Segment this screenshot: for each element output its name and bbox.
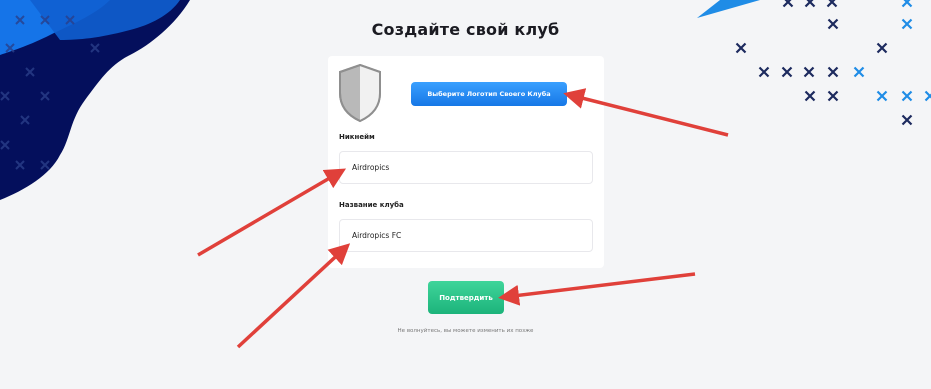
nickname-input[interactable] (339, 151, 593, 184)
change-later-hint: Не волнуйтесь, вы можете изменить их поз… (397, 328, 534, 334)
choose-logo-button[interactable]: Выберите Логотип Своего Клуба (411, 82, 567, 106)
cross-decoration (901, 90, 913, 102)
cross-decoration (901, 114, 913, 126)
cross-decoration (827, 90, 839, 102)
cross-decoration (826, 0, 838, 8)
page-title: Создайте свой клуб (371, 20, 560, 39)
cross-decoration (782, 0, 794, 8)
cross-decoration (876, 42, 888, 54)
cross-decoration (853, 66, 865, 78)
confirm-button[interactable]: Подтвердить (428, 281, 504, 314)
cross-decoration (804, 90, 816, 102)
cross-decoration (876, 90, 888, 102)
nickname-label: Никнейм (339, 133, 375, 141)
cross-decoration (758, 66, 770, 78)
cross-decoration (781, 66, 793, 78)
cross-decoration (827, 66, 839, 78)
cross-decoration (901, 0, 913, 8)
club-name-input[interactable] (339, 219, 593, 252)
cross-decoration (735, 42, 747, 54)
blue-triangle-shape (697, 0, 760, 18)
cross-decoration (803, 66, 815, 78)
cross-decoration (804, 0, 816, 8)
cross-decoration (924, 90, 931, 102)
shield-icon (339, 63, 381, 123)
club-name-label: Название клуба (339, 201, 404, 209)
